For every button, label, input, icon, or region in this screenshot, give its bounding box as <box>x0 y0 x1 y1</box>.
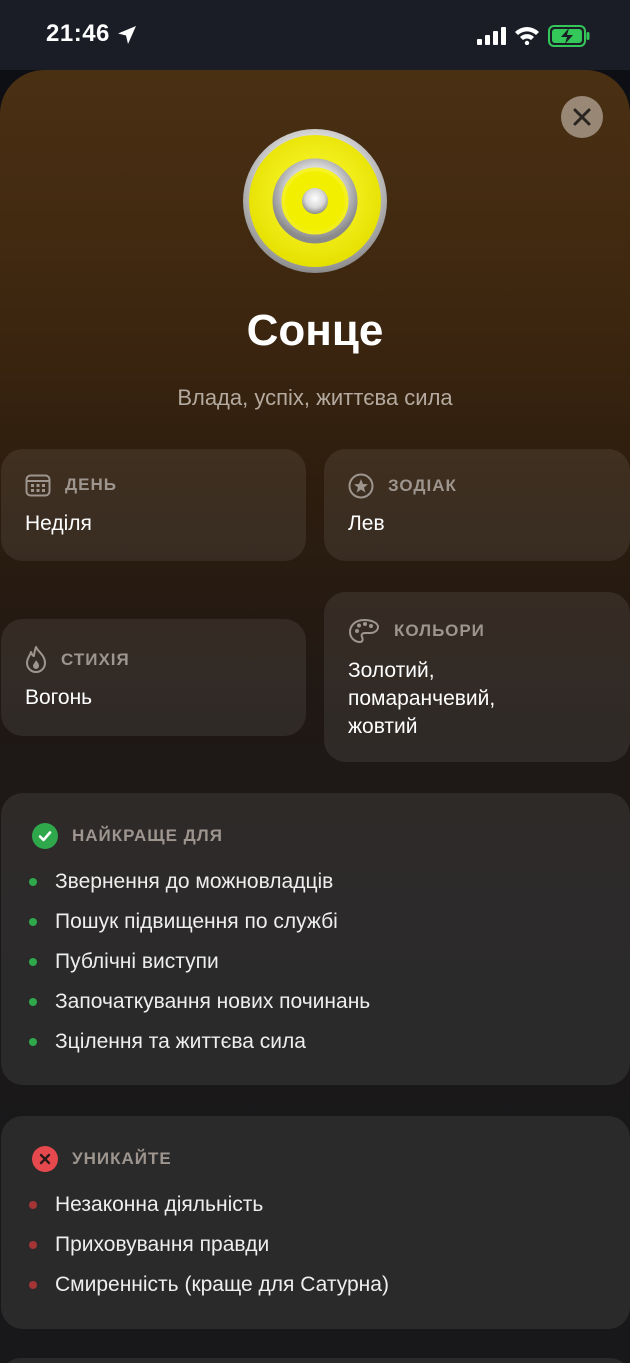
best-for-label: НАЙКРАЩЕ ДЛЯ <box>72 826 223 845</box>
element-label: СТИХІЯ <box>61 650 130 669</box>
check-circle-icon <box>32 823 58 849</box>
fire-icon <box>26 646 46 673</box>
list-item: Приховування правди <box>29 1233 269 1257</box>
list-item: Публічні виступи <box>29 950 219 974</box>
list-item: Пошук підвищення по службі <box>29 910 338 934</box>
cellular-signal-icon <box>477 27 506 45</box>
next-card-peek <box>1 1358 630 1363</box>
star-circle-icon <box>348 473 374 499</box>
colors-card: КОЛЬОРИ Золотий, помаранчевий, жовтий <box>324 592 630 762</box>
list-item: Звернення до можновладців <box>29 870 333 894</box>
calendar-icon <box>25 474 51 497</box>
element-value: Вогонь <box>25 686 93 709</box>
color-line: помаранчевий, <box>348 687 496 710</box>
list-item: Започаткування нових починань <box>29 990 370 1014</box>
status-time: 21:46 <box>46 20 110 47</box>
x-circle-icon <box>32 1146 58 1172</box>
close-icon <box>573 108 591 126</box>
color-line: Золотий, <box>348 659 435 682</box>
day-label: ДЕНЬ <box>65 475 117 494</box>
day-card: ДЕНЬ Неділя <box>1 449 306 561</box>
planet-detail-sheet: Сонце Влада, успіх, життєва сила ДЕНЬ Не… <box>0 70 630 1363</box>
color-line: жовтий <box>348 715 418 738</box>
planet-tagline: Влада, успіх, життєва сила <box>177 385 453 410</box>
list-item: Незаконна діяльність <box>29 1193 263 1217</box>
list-item: Смиренність (краще для Сатурна) <box>29 1273 389 1297</box>
zodiac-value: Лев <box>348 512 385 535</box>
avoid-card: УНИКАЙТЕ Незаконна діяльність Приховуван… <box>1 1116 630 1329</box>
close-button[interactable] <box>561 96 603 138</box>
wifi-icon <box>515 27 539 45</box>
colors-value: Золотий, помаранчевий, жовтий <box>348 657 495 741</box>
zodiac-label: ЗОДІАК <box>388 476 457 495</box>
sun-symbol-icon <box>243 129 387 273</box>
zodiac-card: ЗОДІАК Лев <box>324 449 630 561</box>
list-item: Зцілення та життєва сила <box>29 1030 306 1054</box>
element-card: СТИХІЯ Вогонь <box>1 619 306 736</box>
day-value: Неділя <box>25 512 92 535</box>
best-for-card: НАЙКРАЩЕ ДЛЯ Звернення до можновладців П… <box>1 793 630 1085</box>
palette-icon <box>348 618 380 644</box>
colors-label: КОЛЬОРИ <box>394 621 485 640</box>
planet-title: Сонце <box>246 306 384 355</box>
status-bar: 21:46 <box>0 0 630 70</box>
battery-charging-icon <box>548 25 590 47</box>
location-arrow-icon <box>118 26 136 44</box>
avoid-label: УНИКАЙТЕ <box>72 1149 172 1168</box>
